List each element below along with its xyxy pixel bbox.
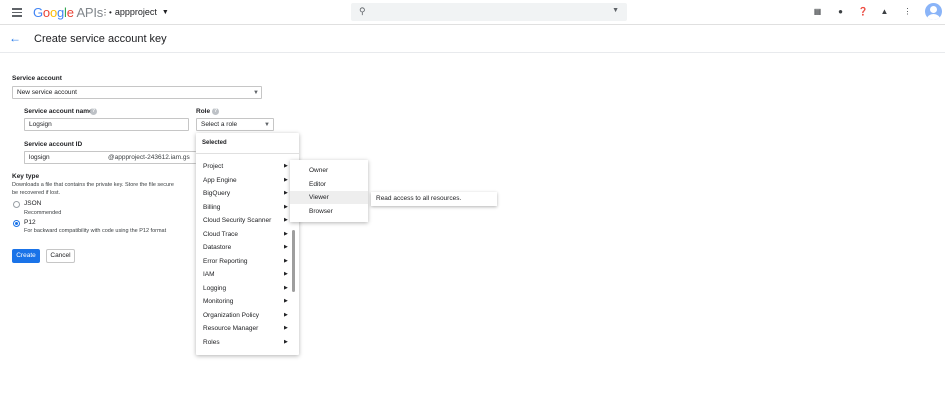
menu-item-billing[interactable]: Billing ▶ (196, 201, 299, 214)
menu-item-roles[interactable]: Roles ▶ (196, 336, 299, 349)
chevron-right-icon: ▶ (284, 257, 288, 264)
create-button[interactable]: Create (12, 249, 40, 263)
service-account-id-suffix: @appproject-243612.iam.gs (108, 154, 190, 161)
menu-item-error-reporting[interactable]: Error Reporting ▶ (196, 255, 299, 268)
chevron-right-icon: ▶ (284, 163, 288, 169)
search-icon: ⚲ (359, 6, 366, 16)
json-label: JSON (24, 200, 42, 207)
menu-item-app-engine[interactable]: App Engine ▶ (196, 174, 299, 187)
page-header: ← Create service account key (0, 26, 945, 53)
help-icon[interactable]: ❓ (858, 7, 868, 16)
service-account-id-field[interactable]: logsign @appproject-243612.iam.gs (24, 151, 196, 164)
chevron-right-icon: ▶ (284, 230, 288, 237)
menu-item-cloud-trace[interactable]: Cloud Trace ▶ (196, 228, 299, 241)
page-title: Create service account key (34, 33, 167, 45)
service-account-label: Service account (12, 75, 62, 82)
chevron-down-icon: ▼ (253, 90, 259, 96)
google-apis-logo[interactable]: Google APIs (33, 5, 103, 20)
search-input[interactable]: ⚲ ▼ (351, 3, 627, 21)
logo-apis-text: APIs (76, 5, 104, 20)
chevron-down-icon: ▼ (264, 122, 270, 128)
chevron-right-icon: ▶ (284, 271, 288, 277)
chevron-down-icon: ▼ (161, 8, 169, 16)
menu-item-monitoring[interactable]: Monitoring ▶ (196, 295, 299, 308)
chevron-right-icon: ▶ (284, 244, 288, 250)
json-desc: Recommended (24, 210, 62, 216)
menu-item-iam[interactable]: IAM ▶ (196, 268, 299, 281)
submenu-item-browser[interactable]: Browser (290, 205, 368, 218)
menu-item-logging[interactable]: Logging ▶ (196, 282, 299, 295)
chevron-right-icon: ▶ (284, 190, 288, 196)
p12-label: P12 (24, 219, 36, 226)
key-type-label: Key type (12, 173, 40, 180)
chevron-right-icon: ▶ (284, 338, 288, 345)
p12-radio[interactable] (13, 220, 20, 227)
help-icon[interactable]: ? (90, 108, 97, 115)
menu-item-cloud-security-scanner[interactable]: Cloud Security Scanner ▶ (196, 214, 299, 227)
menu-icon[interactable] (12, 8, 22, 17)
chevron-right-icon: ▶ (284, 325, 288, 331)
service-account-id-value: logsign (29, 154, 50, 161)
search-dropdown-icon[interactable]: ▼ (612, 7, 619, 14)
p12-desc: For backward compatibility with code usi… (24, 228, 167, 234)
role-select[interactable]: Select a role (196, 118, 274, 131)
menu-item-bigquery[interactable]: BigQuery ▶ (196, 187, 299, 200)
service-account-name-field[interactable]: Logsign (24, 118, 189, 131)
project-name: appproject (114, 7, 157, 17)
role-placeholder: Select a role (201, 121, 238, 128)
chevron-right-icon: ▶ (284, 176, 288, 183)
service-account-name-value: Logsign (29, 121, 52, 128)
menu-item-datastore[interactable]: Datastore ▶ (196, 241, 299, 254)
submenu-item-owner[interactable]: Owner (290, 164, 368, 177)
service-account-select[interactable]: New service account (12, 86, 262, 99)
arrow-back-icon[interactable]: ← (9, 31, 21, 45)
top-app-bar: Google APIs ⋮• appproject ▼ ⚲ ▼ ▦ ● ❓ ▲ … (0, 0, 945, 25)
json-radio[interactable] (13, 201, 20, 208)
menu-item-resource-manager[interactable]: Resource Manager ▶ (196, 322, 299, 335)
role-description-tooltip: Read access to all resources. (371, 192, 497, 206)
role-label: Role (196, 108, 211, 115)
chevron-right-icon: ▶ (284, 203, 288, 210)
key-type-description: Downloads a file that contains the priva… (12, 182, 174, 188)
service-account-name-label: Service account name (24, 108, 93, 115)
menu-scrollbar[interactable] (292, 230, 295, 292)
chevron-right-icon: ▶ (284, 217, 288, 223)
selected-header: Selected (202, 140, 227, 146)
submenu-item-editor[interactable]: Editor (290, 178, 368, 191)
service-account-id-label: Service account ID (24, 141, 83, 148)
chevron-right-icon: ▶ (284, 311, 288, 318)
project-icon: ⋮• (101, 7, 112, 17)
account-avatar[interactable] (925, 3, 942, 20)
chevron-right-icon: ▶ (284, 284, 288, 291)
menu-item-project[interactable]: Project ▶ (196, 160, 299, 173)
key-type-description-2: be recovered if lost. (12, 190, 60, 196)
chat-icon[interactable]: ● (836, 7, 845, 16)
divider (196, 153, 299, 154)
more-vert-icon[interactable]: ⋮ (903, 7, 912, 16)
help-icon[interactable]: ? (212, 108, 219, 115)
menu-item-organization-policy[interactable]: Organization Policy ▶ (196, 309, 299, 322)
project-roles-submenu: Owner Editor Viewer Browser (290, 160, 368, 222)
project-selector[interactable]: ⋮• appproject ▼ (101, 7, 169, 17)
service-account-value: New service account (17, 89, 77, 96)
role-dropdown-menu: Selected Project ▶ App Engine ▶ BigQuery ▶ … (196, 133, 299, 355)
notifications-icon[interactable]: ▲ (880, 7, 889, 16)
chevron-right-icon: ▶ (284, 298, 288, 304)
cancel-button[interactable]: Cancel (46, 249, 75, 263)
submenu-item-viewer[interactable]: Viewer (290, 191, 368, 204)
gift-icon[interactable]: ▦ (813, 7, 822, 16)
